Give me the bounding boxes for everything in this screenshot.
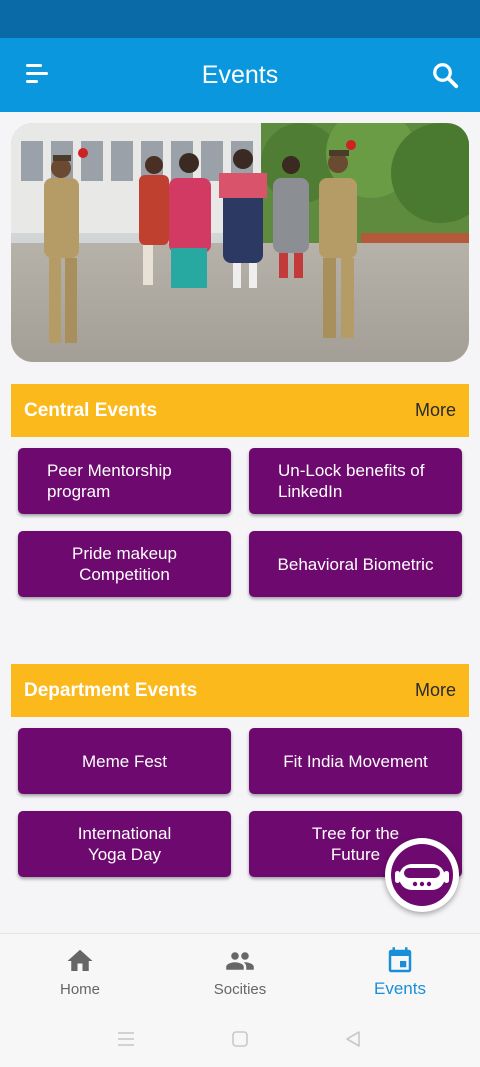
bottom-navigation: Home Socities Events <box>0 933 480 1013</box>
nav-events[interactable]: Events <box>320 934 480 1014</box>
event-banner-image <box>11 123 469 362</box>
section-title: Department Events <box>24 679 198 701</box>
system-navigation-bar <box>0 1013 480 1067</box>
nav-label: Events <box>374 979 426 998</box>
department-events-more-link[interactable]: More <box>415 680 456 701</box>
robot-icon <box>391 844 453 906</box>
menu-icon[interactable] <box>26 64 48 86</box>
search-icon[interactable] <box>430 60 460 90</box>
page-title: Events <box>201 60 279 89</box>
central-events-more-link[interactable]: More <box>415 400 456 421</box>
chatbot-button[interactable] <box>385 838 459 912</box>
event-card[interactable]: Fit India Movement <box>249 728 462 794</box>
nav-societies[interactable]: Socities <box>160 934 320 1014</box>
event-card[interactable]: Pride makeup Competition <box>18 531 231 597</box>
status-bar <box>0 0 480 38</box>
event-card[interactable]: Meme Fest <box>18 728 231 794</box>
nav-label: Home <box>59 981 100 998</box>
nav-home[interactable]: Home <box>0 934 160 1014</box>
back-triangle-icon[interactable] <box>343 1029 363 1049</box>
event-card[interactable]: Un-Lock benefits of LinkedIn <box>249 448 462 514</box>
department-events-header: Department Events More <box>11 664 469 717</box>
section-title: Central Events <box>24 399 158 421</box>
recent-apps-icon[interactable] <box>116 1030 136 1048</box>
home-square-icon[interactable] <box>230 1029 250 1049</box>
event-card[interactable]: Behavioral Biometric <box>249 531 462 597</box>
nav-label: Socities <box>213 981 267 998</box>
home-icon <box>67 949 93 971</box>
people-icon <box>226 952 254 970</box>
calendar-icon <box>388 947 412 973</box>
app-bar: Events <box>0 38 480 112</box>
event-card[interactable]: Peer Mentorship program <box>18 448 231 514</box>
event-card[interactable]: International Yoga Day <box>18 811 231 877</box>
central-events-header: Central Events More <box>11 384 469 437</box>
